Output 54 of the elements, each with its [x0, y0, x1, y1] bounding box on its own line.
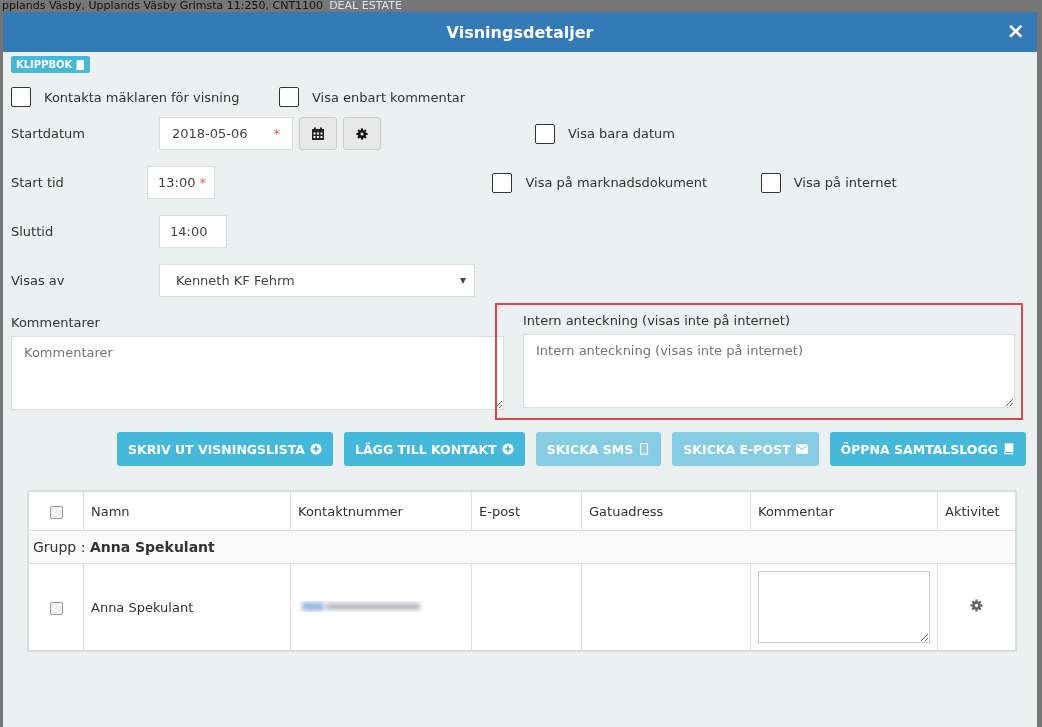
text-area[interactable]: Kommentarer — [11, 336, 504, 410]
group-prefix: Grupp : — [33, 539, 86, 555]
checkbox[interactable] — [11, 87, 31, 107]
time-field[interactable]: 14:00 — [159, 215, 227, 248]
mobile-phone-icon — [638, 443, 651, 455]
checkbox-label: Kontakta mäklaren för visning — [44, 89, 240, 105]
select-field[interactable]: Kenneth KF Fehrm — [159, 264, 475, 297]
book-icon — [75, 59, 86, 70]
checkbox[interactable] — [492, 172, 513, 193]
group-name: Anna Spekulant — [89, 539, 215, 555]
action-button[interactable]: ÖPPNA SAMTALSLOGG — [829, 432, 1026, 466]
checkbox-label: Visa enbart kommentar — [312, 89, 466, 105]
text-area[interactable]: Intern anteckning (visas inte på internet) — [523, 334, 1015, 408]
envelope-icon — [795, 443, 808, 455]
field-label: Visas av — [11, 273, 66, 288]
row-checkbox[interactable] — [49, 601, 63, 615]
gear-icon — [356, 127, 368, 140]
column-header: Gatuadress — [589, 503, 664, 519]
plus-circle-icon — [310, 443, 322, 455]
book-icon — [1003, 443, 1015, 455]
checkbox[interactable] — [535, 123, 555, 144]
field-label: Sluttid — [11, 224, 55, 239]
gear-icon[interactable] — [970, 599, 983, 612]
settings-button[interactable] — [343, 117, 381, 150]
background-agency: DEAL ESTATE — [329, 0, 402, 12]
clipbook-button[interactable]: KLIPPBOK — [11, 56, 91, 73]
column-header: Namn — [91, 503, 130, 519]
checkbox[interactable] — [760, 172, 781, 193]
checkbox[interactable] — [279, 87, 299, 107]
column-header: Aktivitet — [945, 503, 1000, 519]
calendar-icon — [311, 126, 325, 141]
checkbox-label: Visa på marknadsdokument — [525, 175, 708, 190]
field-label: Intern anteckning (visas inte på internet) — [523, 313, 792, 328]
time-field[interactable]: 13:00 * — [147, 166, 215, 199]
checkbox-label: Visa bara datum — [568, 126, 675, 141]
select-all-checkbox[interactable] — [49, 505, 63, 519]
checkbox-label: Visa på internet — [793, 175, 897, 190]
column-header: E-post — [479, 503, 520, 519]
background-address: pplands Väsby, Upplands Väsby Grimsta 11:250, CNT1100 — [2, 0, 324, 12]
column-header: Kontaktnummer — [298, 503, 403, 519]
calendar-button[interactable] — [299, 117, 337, 150]
caret-icon — [460, 277, 466, 284]
action-button[interactable]: LÄGG TILL KONTAKT — [344, 432, 525, 466]
table-cell: Anna Spekulant — [91, 599, 194, 615]
plus-circle-icon — [501, 443, 514, 455]
column-header: Kommentar — [758, 503, 834, 519]
field-label: Kommentarer — [11, 315, 101, 330]
comment-field[interactable] — [758, 571, 930, 643]
window-title: Visningsdetaljer — [446, 22, 594, 42]
close-button[interactable]: × — [1004, 20, 1027, 42]
date-field[interactable]: 2018-05-06 * — [159, 117, 293, 150]
action-button[interactable]: SKRIV UT VISNINGSLISTA — [116, 432, 333, 466]
field-label: Start tid — [11, 175, 65, 190]
field-label: Startdatum — [11, 126, 86, 141]
